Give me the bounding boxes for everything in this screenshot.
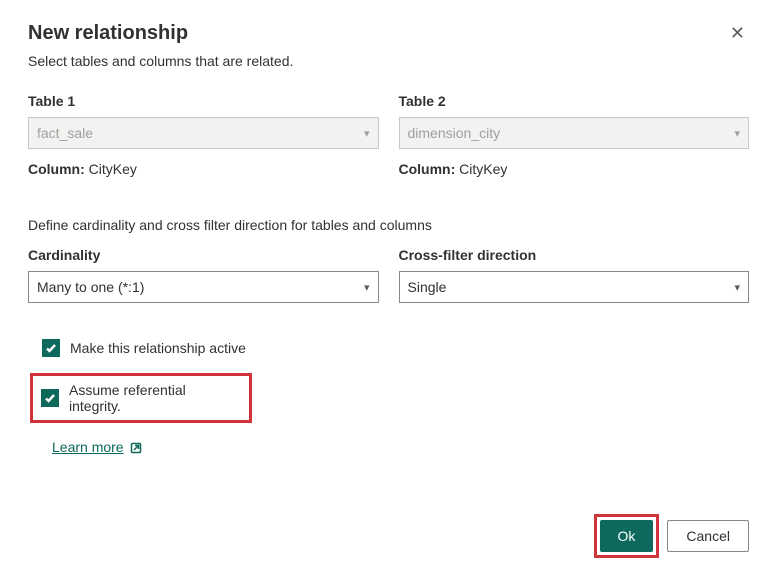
table1-label: Table 1 — [28, 93, 379, 109]
table2-column-label: Column: — [399, 161, 456, 177]
chevron-down-icon: ▾ — [364, 127, 370, 140]
close-icon[interactable]: ✕ — [726, 22, 749, 44]
crossfilter-select[interactable]: Single ▾ — [399, 271, 750, 303]
checkbox-row-assume-referential[interactable]: Assume referential integrity. — [30, 373, 252, 423]
ok-button[interactable]: Ok — [600, 520, 654, 552]
table2-column-value: CityKey — [459, 161, 507, 177]
table1-column-value: CityKey — [89, 161, 137, 177]
ok-button-highlight: Ok — [594, 514, 660, 558]
chevron-down-icon: ▾ — [364, 281, 370, 294]
cancel-button[interactable]: Cancel — [667, 520, 749, 552]
section-subtext: Define cardinality and cross filter dire… — [28, 217, 749, 233]
dialog-title: New relationship — [28, 22, 188, 45]
checkmark-icon — [45, 342, 57, 354]
crossfilter-label: Cross-filter direction — [399, 247, 750, 263]
checkbox-assume-referential[interactable] — [41, 389, 59, 407]
chevron-down-icon: ▾ — [734, 281, 740, 294]
table1-column-label: Column: — [28, 161, 85, 177]
table1-select-value: fact_sale — [37, 125, 93, 141]
cardinality-select-value: Many to one (*:1) — [37, 279, 144, 295]
table2-column-line: Column: CityKey — [399, 161, 750, 177]
crossfilter-select-value: Single — [408, 279, 447, 295]
cardinality-select[interactable]: Many to one (*:1) ▾ — [28, 271, 379, 303]
checkmark-icon — [44, 392, 56, 404]
external-link-icon — [130, 441, 142, 453]
checkbox-active-label: Make this relationship active — [70, 340, 246, 356]
learn-more-link[interactable]: Learn more — [52, 439, 142, 455]
dialog-subtitle: Select tables and columns that are relat… — [28, 53, 749, 69]
table1-select: fact_sale ▾ — [28, 117, 379, 149]
table1-column-line: Column: CityKey — [28, 161, 379, 177]
cardinality-label: Cardinality — [28, 247, 379, 263]
table2-select: dimension_city ▾ — [399, 117, 750, 149]
table2-label: Table 2 — [399, 93, 750, 109]
checkbox-row-active[interactable]: Make this relationship active — [42, 339, 749, 357]
dialog-footer: Ok Cancel — [594, 514, 749, 558]
chevron-down-icon: ▾ — [734, 127, 740, 140]
table2-select-value: dimension_city — [408, 125, 501, 141]
checkbox-active[interactable] — [42, 339, 60, 357]
checkbox-assume-referential-label: Assume referential integrity. — [69, 382, 241, 414]
learn-more-text: Learn more — [52, 439, 124, 455]
